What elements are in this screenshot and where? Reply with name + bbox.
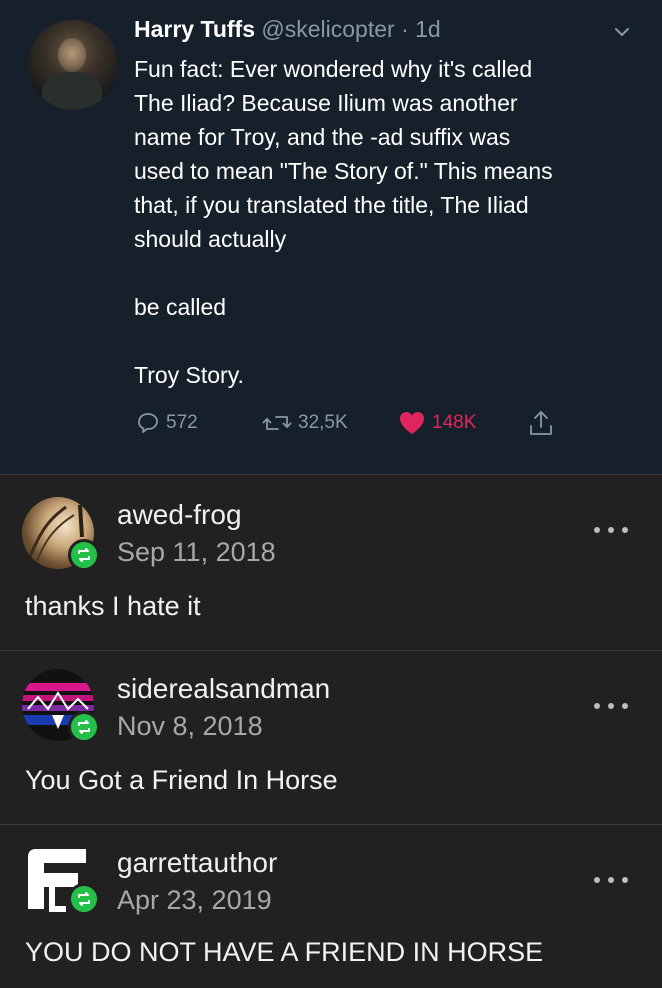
retweet-button[interactable]: 32,5K: [262, 406, 348, 440]
share-icon: [530, 411, 552, 435]
tweet-author-avatar[interactable]: [28, 20, 118, 110]
share-button[interactable]: [528, 406, 560, 440]
reblog-icon: [78, 548, 90, 562]
reblog-badge: [68, 883, 100, 915]
post-username[interactable]: awed-frog: [117, 499, 242, 531]
post-username[interactable]: siderealsandman: [117, 673, 330, 705]
tweet-text-spacer: [134, 324, 644, 358]
post-date: Apr 23, 2019: [117, 885, 272, 915]
tweet-header: Harry Tuffs @skelicopter · 1d: [134, 16, 441, 43]
tweet-text-line: that, if you translated the title, The I…: [134, 192, 529, 218]
post-body: YOU DO NOT HAVE A FRIEND IN HORSE: [25, 937, 544, 967]
tweet-text-line: be called: [134, 294, 227, 320]
tweet-action-bar: 572 32,5K 148K: [0, 406, 662, 440]
reply-count: 572: [166, 412, 198, 433]
like-count: 148K: [432, 412, 477, 433]
tweet-text-line: Troy Story.: [134, 362, 244, 388]
more-options-icon[interactable]: [594, 701, 628, 711]
tweet-author-name[interactable]: Harry Tuffs: [134, 16, 255, 42]
tweet-text-line: The Iliad? Because Ilium was another: [134, 90, 518, 116]
chevron-down-icon[interactable]: [612, 22, 632, 42]
reblog-entry: siderealsandman Nov 8, 2018 You Got a Fr…: [0, 650, 662, 824]
retweet-icon: [262, 416, 292, 430]
tweet-text: Fun fact: Ever wondered why it's called …: [134, 52, 644, 392]
tweet-card: Harry Tuffs @skelicopter · 1d Fun fact: …: [0, 0, 662, 474]
avatar-figure: [42, 72, 102, 110]
tweet-timestamp[interactable]: 1d: [415, 16, 441, 42]
reblog-icon: [78, 720, 90, 734]
post-username[interactable]: garrettauthor: [117, 847, 277, 879]
tweet-header-separator: ·: [401, 16, 409, 42]
post-body: thanks I hate it: [25, 591, 201, 621]
post-date: Sep 11, 2018: [117, 537, 276, 567]
heart-icon: [400, 412, 424, 434]
tweet-text-line: should actually: [134, 226, 287, 252]
reply-icon: [138, 413, 158, 433]
tweet-text-line: Fun fact: Ever wondered why it's called: [134, 56, 533, 82]
reblog-icon: [78, 892, 90, 906]
reblog-badge: [68, 539, 100, 571]
reblog-entry: awed-frog Sep 11, 2018 thanks I hate it: [0, 474, 662, 650]
tweet-text-spacer: [134, 256, 644, 290]
reblog-entry: garrettauthor Apr 23, 2019 YOU DO NOT HA…: [0, 824, 662, 988]
reply-button[interactable]: 572: [136, 406, 198, 440]
post-date: Nov 8, 2018: [117, 711, 263, 741]
tweet-text-line: name for Troy, and the -ad suffix was: [134, 124, 511, 150]
more-options-icon[interactable]: [594, 525, 628, 535]
more-options-icon[interactable]: [594, 875, 628, 885]
reblog-badge: [68, 711, 100, 743]
tweet-text-line: used to mean "The Story of." This means: [134, 158, 553, 184]
retweet-count: 32,5K: [298, 412, 348, 433]
tweet-author-handle[interactable]: @skelicopter: [261, 16, 394, 42]
like-button[interactable]: 148K: [398, 406, 476, 440]
post-body: You Got a Friend In Horse: [25, 765, 338, 795]
avatar-face: [58, 38, 86, 72]
